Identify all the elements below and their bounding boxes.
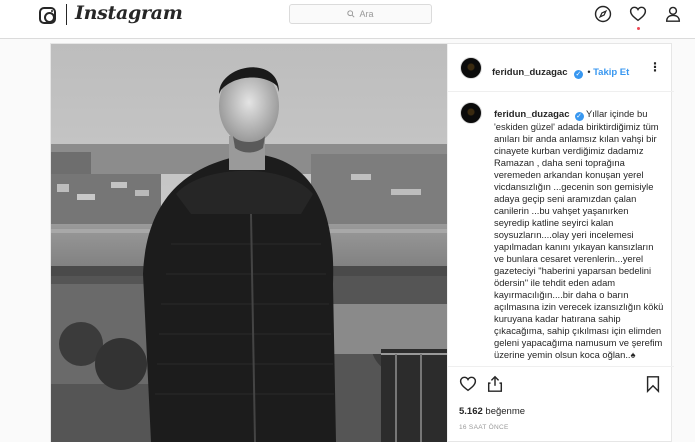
- caption-text: Yıllar içinde bu 'eskiden güzel' adada b…: [494, 108, 664, 360]
- post-caption: feridun_duzagac ✓ Yıllar içinde bu 'eskid…: [494, 108, 664, 361]
- heart-icon[interactable]: [629, 5, 647, 23]
- caption-verified-icon: ✓: [574, 112, 584, 121]
- more-options-icon[interactable]: ⋮: [649, 60, 662, 74]
- top-navigation-bar: Instagram Ara: [0, 0, 695, 39]
- likes-number: 5.162: [459, 406, 483, 417]
- post-actions: 5.162 beğenme 16 SAAT ÖNCE: [448, 366, 674, 442]
- profile-icon[interactable]: [664, 5, 682, 23]
- avatar[interactable]: [460, 57, 482, 79]
- verified-badge-icon: ✓: [573, 70, 583, 79]
- instagram-wordmark[interactable]: Instagram: [75, 2, 183, 24]
- comments-area: feridun_duzagac ✓ Yıllar içinde bu 'eskid…: [448, 92, 674, 366]
- logo-divider: [66, 4, 67, 25]
- search-input[interactable]: Ara: [289, 4, 432, 24]
- post-timestamp[interactable]: 16 SAAT ÖNCE: [459, 424, 509, 431]
- instagram-glyph-icon[interactable]: [39, 7, 56, 24]
- search-placeholder: Ara: [359, 9, 374, 19]
- save-bookmark-icon[interactable]: [644, 375, 662, 393]
- post-sidebar: feridun_duzagac ✓ • Takip Et ⋮ feridun_d…: [447, 44, 674, 442]
- notification-dot: [637, 27, 640, 30]
- share-icon[interactable]: [486, 375, 504, 393]
- post-photo[interactable]: [51, 44, 447, 442]
- likes-label: beğenme: [485, 406, 526, 417]
- search-icon: [347, 10, 356, 18]
- like-heart-icon[interactable]: [459, 375, 477, 393]
- follow-button[interactable]: Takip Et: [593, 67, 629, 78]
- post-card: feridun_duzagac ✓ • Takip Et ⋮ feridun_d…: [50, 43, 674, 442]
- header-user-line: feridun_duzagac ✓ • Takip Et: [492, 62, 629, 80]
- post-header: feridun_duzagac ✓ • Takip Et ⋮: [448, 44, 674, 92]
- username-link[interactable]: feridun_duzagac: [492, 67, 568, 78]
- likes-count[interactable]: 5.162 beğenme: [459, 406, 525, 417]
- caption-avatar[interactable]: [460, 102, 482, 124]
- caption-username[interactable]: feridun_duzagac: [494, 109, 570, 120]
- compass-icon[interactable]: [594, 5, 612, 23]
